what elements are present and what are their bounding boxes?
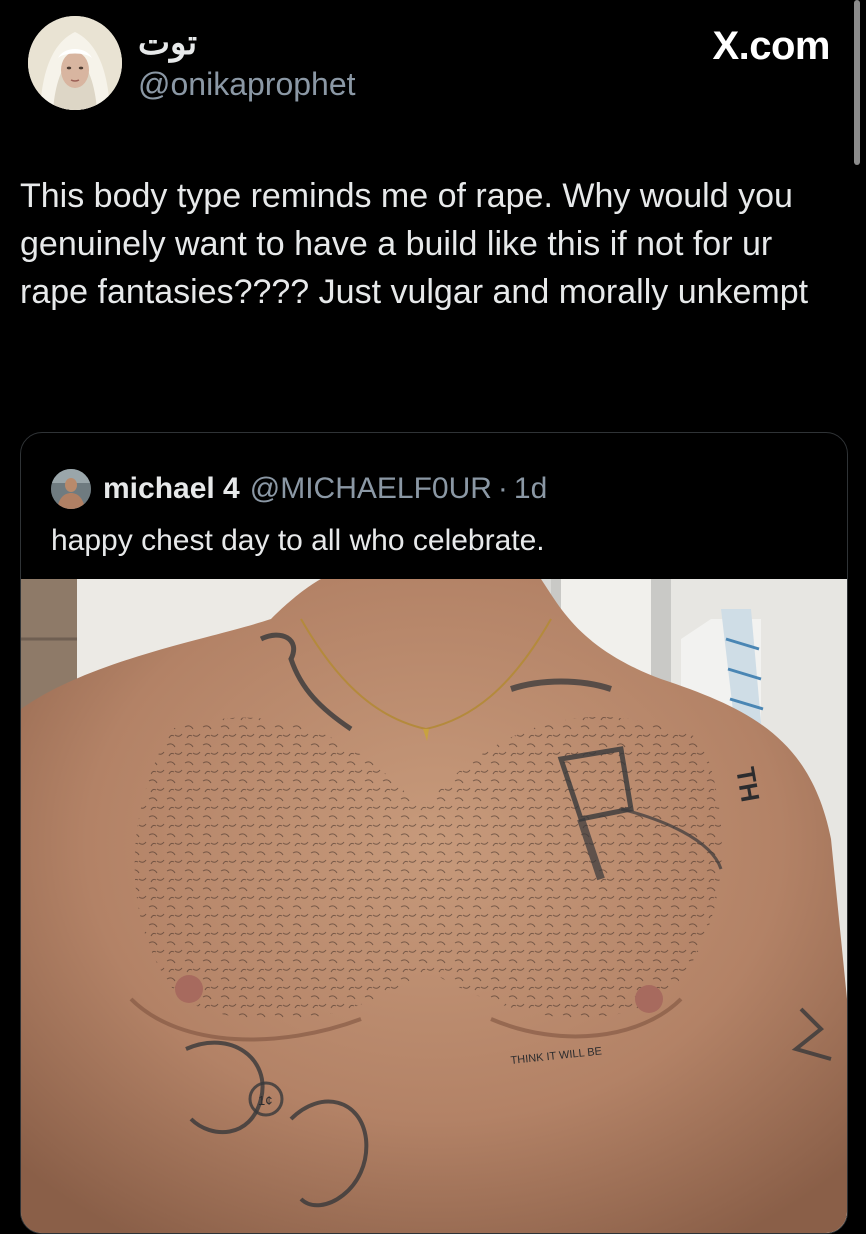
quoted-tweet-text: happy chest day to all who celebrate. <box>51 524 545 557</box>
quoted-author-name[interactable]: michael 4 <box>103 472 240 506</box>
quoted-timestamp[interactable]: 1d <box>514 472 547 506</box>
tweet-text: This body type reminds me of rape. Why w… <box>20 177 809 311</box>
photo-tattoo-shoulder-text: TH <box>730 765 766 804</box>
quoted-author-handle[interactable]: @MICHAELF0UR <box>250 472 492 506</box>
quoted-tweet[interactable]: michael 4 @MICHAELF0UR · 1d happy chest … <box>20 432 848 1234</box>
author-names: توت @onikaprophet <box>138 16 356 104</box>
author-display-name[interactable]: توت <box>138 22 356 64</box>
meta-separator: · <box>497 472 508 505</box>
x-logo[interactable]: X.com <box>712 24 830 69</box>
scrollbar[interactable] <box>854 0 860 165</box>
quoted-author-avatar[interactable] <box>51 469 91 509</box>
author-avatar[interactable] <box>28 16 122 110</box>
quoted-tweet-header: michael 4 @MICHAELF0UR · 1d <box>51 467 547 511</box>
photo-tattoo-coin-text: 1¢ <box>258 1093 272 1108</box>
quoted-media-photo[interactable]: 1¢ THINK IT WILL BE TH <box>21 579 847 1233</box>
tweet-header: توت @onikaprophet X.com <box>20 16 830 116</box>
author-handle[interactable]: @onikaprophet <box>138 64 356 104</box>
